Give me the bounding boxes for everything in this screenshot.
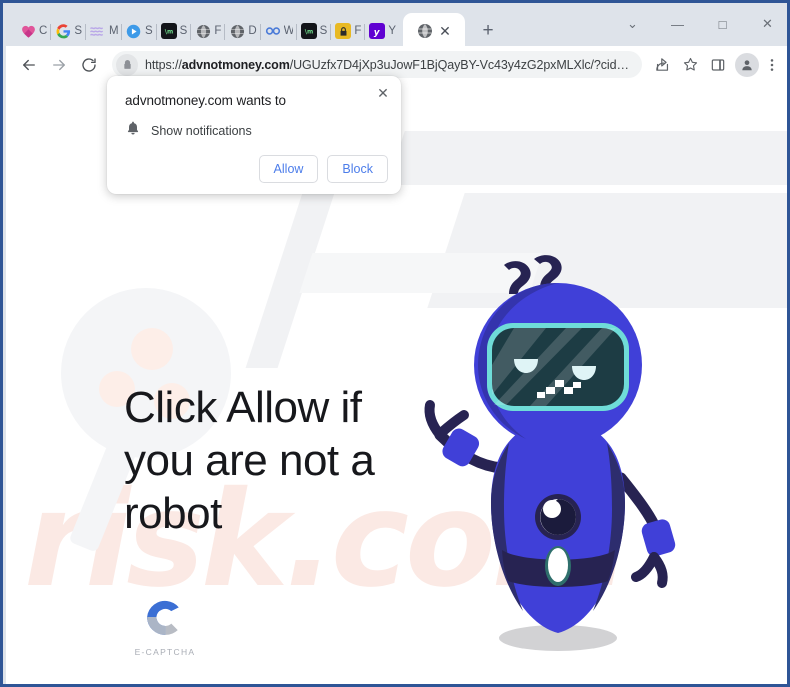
watermark-band — [387, 131, 787, 185]
globe-gray-icon — [229, 23, 245, 39]
yahoo-purple-icon: y — [369, 23, 386, 39]
tab-7[interactable]: D — [224, 13, 260, 49]
active-tab[interactable]: ✕ — [403, 13, 466, 49]
tab-search-icon[interactable]: ⌄ — [610, 6, 655, 42]
tab-1[interactable]: C — [16, 13, 51, 49]
share-icon[interactable] — [648, 51, 676, 79]
confused-robot-mascot — [406, 253, 706, 673]
watermark-band — [245, 193, 335, 368]
globe-gray-icon — [195, 23, 211, 39]
waves-purple-icon — [90, 23, 106, 39]
lock-yellow-icon — [335, 23, 352, 39]
notification-permission-dialog: ✕ advnotmoney.com wants to Show notifica… — [107, 76, 401, 194]
url-text: https://advnotmoney.com/UGUzfx7D4jXp3uJo… — [145, 57, 629, 72]
robot-right-arm — [615, 472, 676, 588]
maximize-button[interactable]: □ — [700, 6, 745, 42]
robot-belt-buckle-inner — [548, 548, 568, 582]
background-tabs: C S M S \m S F D \m S F y Y ✕ + — [6, 6, 503, 49]
play-circle-blue-icon — [126, 23, 142, 39]
lock-icon[interactable] — [116, 53, 138, 76]
magnifier-dot — [131, 328, 173, 370]
svg-text:\m: \m — [304, 28, 312, 35]
close-window-button[interactable]: ✕ — [745, 6, 787, 42]
globe-gray-icon — [417, 23, 433, 39]
tab-11[interactable]: y Y — [364, 13, 400, 49]
infinity-blue-icon — [265, 23, 281, 39]
forward-icon[interactable] — [44, 50, 74, 80]
dialog-actions: Allow Block — [258, 155, 388, 183]
google-g-icon — [55, 23, 71, 39]
page-title: Click Allow if you are not a robot — [124, 383, 375, 538]
star-icon[interactable] — [676, 51, 704, 79]
reload-icon[interactable] — [74, 50, 104, 80]
permission-label: Show notifications — [151, 123, 252, 138]
heart-pink-icon — [20, 23, 36, 39]
robot-left-arm — [424, 400, 508, 474]
tab-2[interactable]: S — [50, 13, 86, 49]
tab-5[interactable]: \m S — [155, 13, 192, 49]
side-panel-icon[interactable] — [704, 51, 732, 79]
tab-title: S — [74, 25, 82, 37]
tab-8[interactable]: W — [259, 13, 297, 49]
minimize-button[interactable]: — — [655, 6, 700, 42]
browser-window: C S M S \m S F D \m S F y Y ✕ + ⌄ — □ ✕ … — [0, 0, 790, 687]
svg-text:y: y — [374, 27, 381, 37]
tab-strip: C S M S \m S F D \m S F y Y ✕ + ⌄ — □ ✕ — [6, 6, 787, 49]
tab-9[interactable]: \m S — [295, 13, 332, 49]
tab-title: D — [248, 25, 257, 37]
tab-title: S — [319, 25, 328, 37]
address-bar[interactable]: https://advnotmoney.com/UGUzfx7D4jXp3uJo… — [112, 51, 642, 78]
tab-title: S — [144, 25, 153, 37]
tab-6[interactable]: F — [190, 13, 225, 49]
dialog-title: advnotmoney.com wants to — [125, 93, 286, 108]
tab-4[interactable]: S — [120, 13, 157, 49]
block-button[interactable]: Block — [327, 155, 388, 183]
three-dot-menu-icon[interactable] — [762, 51, 782, 79]
tab-title: M — [108, 25, 118, 37]
dark-square-green-icon: \m — [300, 23, 317, 39]
close-icon[interactable]: ✕ — [439, 24, 451, 38]
allow-button[interactable]: Allow — [258, 155, 319, 183]
tab-title: F — [214, 25, 222, 37]
tab-title: F — [354, 25, 362, 37]
permission-row: Show notifications — [125, 120, 252, 141]
close-icon[interactable]: ✕ — [372, 82, 394, 104]
tab-10[interactable]: F — [330, 13, 365, 49]
tab-title: Y — [388, 25, 397, 37]
back-icon[interactable] — [14, 50, 44, 80]
new-tab-button[interactable]: + — [473, 16, 503, 46]
captcha-label: E-CAPTCHA — [134, 647, 196, 657]
svg-text:\m: \m — [164, 28, 172, 35]
robot-chest-button — [535, 494, 581, 540]
bell-icon — [125, 120, 141, 141]
tab-title: W — [284, 25, 293, 37]
dark-square-green-icon: \m — [160, 23, 177, 39]
window-controls: ⌄ — □ ✕ — [610, 6, 787, 42]
tab-title: S — [179, 25, 188, 37]
captcha-badge: E-CAPTCHA — [134, 595, 196, 657]
tab-title: C — [39, 25, 48, 37]
tab-3[interactable]: M — [84, 13, 122, 49]
letter-c-logo — [147, 600, 179, 635]
profile-avatar-icon[interactable] — [735, 52, 759, 77]
